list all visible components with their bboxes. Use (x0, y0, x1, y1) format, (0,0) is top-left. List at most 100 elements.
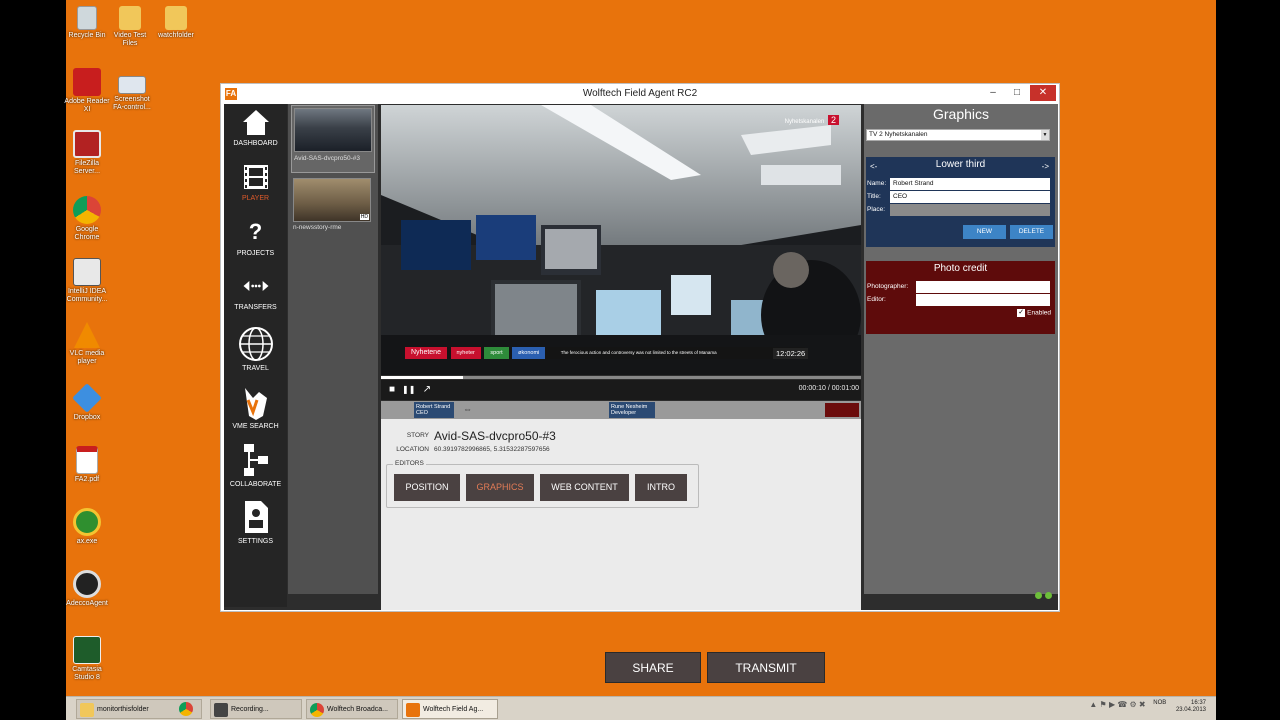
taskbar-item-chrome[interactable] (176, 699, 204, 719)
timeline-lower-third-item[interactable]: Rune Nesheim Developer (609, 402, 655, 418)
chrome-icon (73, 196, 101, 224)
clock[interactable]: 16:37 23.04.2013 (1176, 700, 1206, 714)
letterbox-left (0, 0, 66, 720)
intro-editor-button[interactable]: INTRO (635, 474, 687, 501)
web-content-editor-button[interactable]: WEB CONTENT (540, 474, 629, 501)
minimize-button[interactable]: – (981, 85, 1005, 101)
maximize-button[interactable]: □ (1005, 85, 1029, 101)
graphics-editor-button[interactable]: GRAPHICS (466, 474, 534, 501)
desktop-icon-adobe-reader[interactable]: Adobe Reader XI (63, 68, 111, 114)
playback-time: 00:00:10 / 00:01:00 (798, 385, 859, 392)
camtasia-icon (73, 636, 101, 664)
channel-select[interactable]: TV 2 Nyhetskanalen ▼ (866, 129, 1050, 141)
timeline-lower-third-item[interactable]: Robert Strand CEO (414, 402, 454, 418)
graphics-timeline[interactable]: Robert Strand CEO ⇔ Rune Nesheim Develop… (381, 401, 861, 419)
playback-controls: ■ ❚❚ ↗ 00:00:10 / 00:01:00 (381, 380, 861, 400)
next-lower-third-button[interactable]: -> (1042, 162, 1049, 171)
hd-badge: HD (359, 214, 369, 220)
photographer-field[interactable] (916, 281, 1050, 293)
adobe-reader-icon (73, 68, 101, 96)
desktop-icon-dropbox[interactable]: Dropbox (63, 383, 111, 422)
close-button[interactable]: ✕ (1030, 85, 1056, 101)
app-client-area: DASHBOARD PLAYER ? PROJECTS TRANSFERS TR… (224, 104, 1058, 683)
nav-sidebar: DASHBOARD PLAYER ? PROJECTS TRANSFERS TR… (224, 104, 287, 607)
chrome-icon (310, 703, 324, 717)
photographer-label: Photographer: (867, 283, 909, 290)
home-icon (241, 107, 271, 137)
story-label: STORY (406, 432, 429, 439)
clip-label: n-newsstory-rme (293, 224, 342, 231)
vlc-icon (74, 322, 100, 348)
nav-settings[interactable]: SETTINGS (224, 499, 287, 545)
taskbar-item-wolftech-broadcast[interactable]: Wolftech Broadca... (306, 699, 398, 719)
desktop-icon-adeccoagent[interactable]: AdeccoAgent (63, 570, 111, 608)
settings-doc-icon (241, 499, 271, 535)
place-field[interactable] (890, 204, 1050, 216)
name-field[interactable]: Robert Strand (890, 178, 1050, 190)
desktop-icon-camtasia[interactable]: Camtasia Studio 8 (63, 636, 111, 682)
system-tray: ▲ ⚑ ▶ ☎ ⚙ ✖ NOB 16:37 23.04.2013 (1089, 700, 1206, 714)
seek-bar[interactable] (381, 376, 861, 379)
editor-label: Editor: (867, 296, 886, 303)
location-label: LOCATION (396, 446, 429, 453)
stop-button[interactable]: ■ (386, 384, 398, 396)
editors-group: EDITORS POSITION GRAPHICS WEB CONTENT IN… (386, 460, 699, 508)
taskbar-item-recording[interactable]: Recording... (210, 699, 302, 719)
desktop-icon-vlc[interactable]: VLC media player (63, 322, 111, 366)
transfer-arrows-icon (241, 271, 271, 301)
desktop-icon-video-test-files[interactable]: Video Test Files (106, 6, 154, 48)
ticker-text: The ferocious action and controversy was… (560, 350, 717, 355)
nav-travel[interactable]: TRAVEL (224, 326, 287, 372)
desktop-icon-ax-exe[interactable]: ax.exe (63, 508, 111, 546)
editor-field[interactable] (916, 294, 1050, 306)
transmit-button[interactable]: TRANSMIT (707, 652, 825, 683)
clip-list: Avid-SAS-dvcpro50-#3 HD n-newsstory-rme (288, 104, 378, 594)
pause-button[interactable]: ❚❚ (402, 384, 415, 396)
desktop-icon-watchfolder[interactable]: watchfolder (152, 6, 200, 40)
delete-button[interactable]: DELETE (1010, 225, 1053, 239)
desktop-icon-recycle-bin[interactable]: Recycle Bin (63, 6, 111, 40)
recycle-bin-icon (77, 6, 97, 30)
language-indicator[interactable]: NOB (1153, 700, 1166, 706)
nav-vme-search[interactable]: VME SEARCH (224, 386, 287, 430)
desktop-icon-chrome[interactable]: Google Chrome (63, 196, 111, 242)
desktop-icon-fa2-pdf[interactable]: FA2.pdf (63, 446, 111, 484)
clip-item-selected[interactable]: Avid-SAS-dvcpro50-#3 (291, 105, 375, 173)
title-bar[interactable]: FA Wolftech Field Agent RC2 – □ ✕ (221, 84, 1059, 104)
timeline-photo-credit-item[interactable] (825, 403, 859, 417)
ticker-brand: Nyhetene (405, 347, 447, 359)
taskbar-item-field-agent[interactable]: Wolftech Field Ag... (402, 699, 498, 719)
vme-logo-icon (241, 386, 271, 420)
desktop-icon-screenshot[interactable]: Screenshot FA-control... (108, 76, 156, 112)
folder-icon (119, 6, 141, 30)
nav-dashboard[interactable]: DASHBOARD (224, 107, 287, 147)
photo-credit-box: Photo credit Photographer: Editor: ✓ Enab… (866, 261, 1055, 334)
position-editor-button[interactable]: POSITION (394, 474, 460, 501)
title-field[interactable]: CEO (890, 191, 1050, 203)
clip-item[interactable]: HD n-newsstory-rme (291, 178, 375, 234)
nav-player[interactable]: PLAYER (224, 162, 287, 202)
desktop-icon-filezilla[interactable]: FileZilla Server... (63, 130, 111, 176)
chrome-icon (179, 702, 193, 716)
nav-collaborate[interactable]: COLLABORATE (224, 442, 287, 488)
enabled-checkbox[interactable]: ✓ Enabled (1017, 309, 1051, 317)
nav-projects[interactable]: ? PROJECTS (224, 217, 287, 257)
clip-thumbnail (294, 108, 372, 152)
fieldagent-icon (406, 703, 420, 717)
new-button[interactable]: NEW (963, 225, 1006, 239)
place-row: Place: (866, 204, 1055, 216)
app-window: FA Wolftech Field Agent RC2 – □ ✕ DASHBO… (220, 83, 1060, 683)
share-button[interactable]: SHARE (605, 652, 701, 683)
desktop-icon-intellij[interactable]: IntelliJ IDEA Community... (63, 258, 111, 304)
title-row: Title: CEO (866, 191, 1055, 203)
checkmark-icon: ✓ (1017, 309, 1026, 317)
camtasia-icon (214, 703, 228, 717)
story-value: Avid-SAS-dvcpro50-#3 (434, 429, 556, 443)
pdf-icon (76, 446, 98, 474)
ticker-clock: 12:02:26 (773, 348, 809, 359)
window-title: Wolftech Field Agent RC2 (582, 88, 698, 99)
nav-transfers[interactable]: TRANSFERS (224, 271, 287, 311)
popout-button[interactable]: ↗ (421, 384, 433, 396)
graphics-header: Graphics (932, 106, 990, 122)
video-player[interactable]: Nyhetskanalen 2 Nyhetene nyheter sport ø… (381, 105, 861, 375)
